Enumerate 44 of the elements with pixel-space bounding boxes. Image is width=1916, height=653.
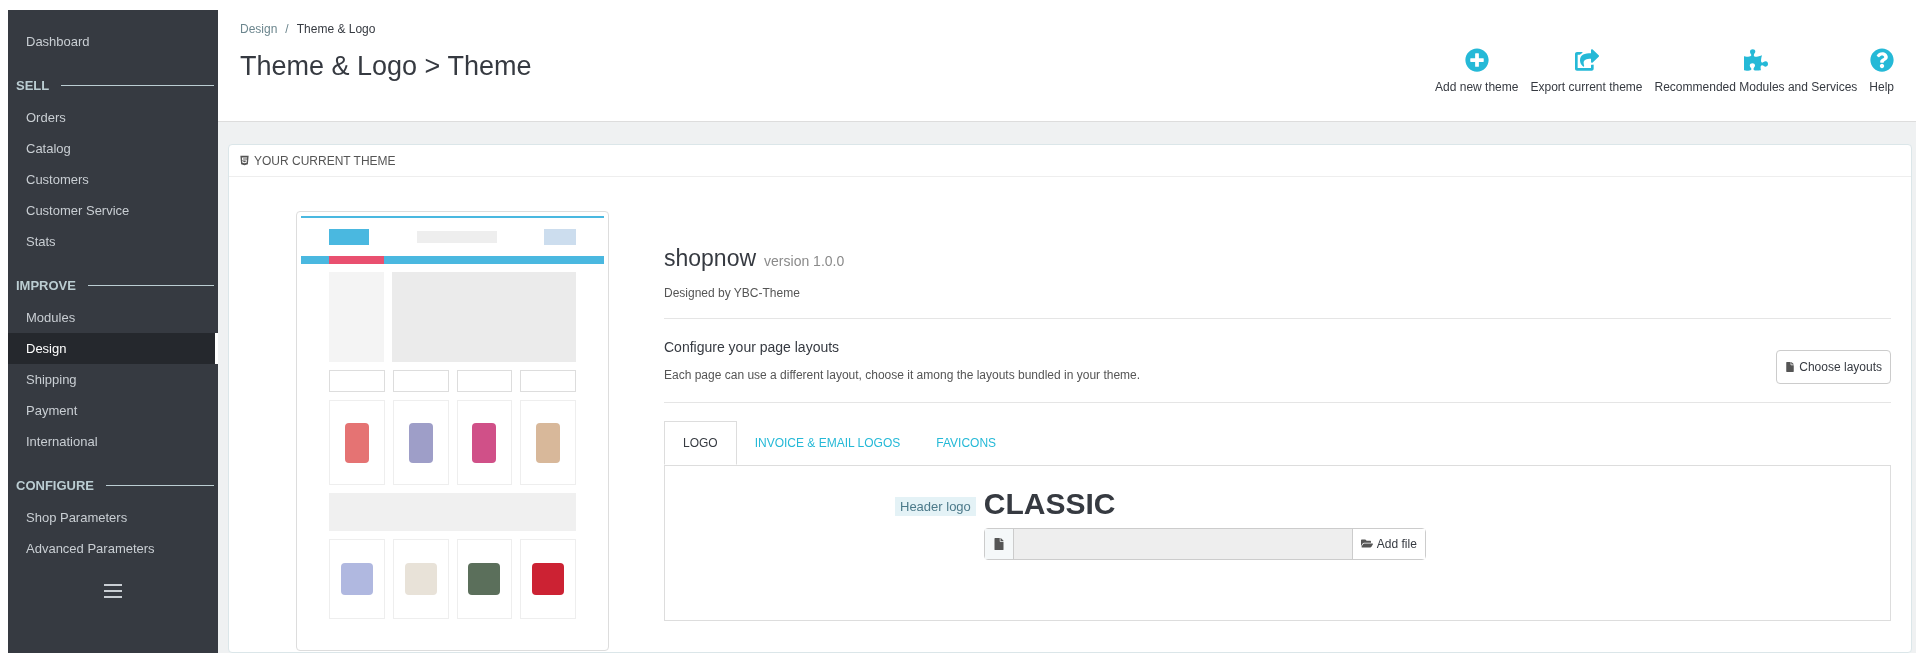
menu-icon[interactable]: [104, 584, 122, 598]
toolbar-button[interactable]: Recommended Modules and Services: [1654, 48, 1858, 100]
sidebar-item[interactable]: Stats: [8, 226, 218, 257]
share-icon: [1574, 48, 1599, 72]
file-icon: [1785, 361, 1796, 372]
current-logo-text: CLASSIC: [983, 485, 1117, 522]
breadcrumb-separator: /: [285, 21, 289, 38]
folder-icon: [1360, 538, 1373, 549]
file-input-field[interactable]: Add file: [983, 527, 1426, 560]
html5-icon: [239, 155, 250, 166]
sidebar-section-title: IMPROVE: [16, 276, 76, 295]
sidebar-item[interactable]: Catalog: [8, 133, 218, 164]
toolbar-button[interactable]: Help: [1869, 48, 1894, 100]
layouts-description: Each page can use a different layout, choose it among the layouts bundled in your theme.: [664, 366, 1141, 384]
sidebar-item[interactable]: Advanced Parameters: [8, 533, 218, 564]
sidebar-item[interactable]: Shipping: [8, 364, 218, 395]
add-file-button[interactable]: Add file: [1351, 528, 1425, 559]
sidebar-section-title: CONFIGURE: [16, 476, 94, 495]
sidebar-section-title: SELL: [16, 76, 50, 95]
field-label: Header logo: [895, 496, 976, 516]
file-icon: [993, 537, 1004, 550]
theme-version: version 1.0.0: [764, 252, 845, 271]
sidebar-item[interactable]: Shop Parameters: [8, 502, 218, 533]
sidebar-item[interactable]: Dashboard: [8, 26, 218, 57]
breadcrumb-item: Theme & Logo: [296, 21, 376, 38]
page-title: Theme & Logo > Theme: [240, 50, 532, 83]
sidebar-item[interactable]: Customers: [8, 164, 218, 195]
sidebar-item[interactable]: Payment: [8, 395, 218, 426]
sidebar-item[interactable]: Modules: [8, 302, 218, 333]
theme-name: shopnow: [664, 244, 757, 273]
tab[interactable]: LOGO: [664, 420, 737, 465]
choose-layouts-button[interactable]: Choose layouts: [1776, 349, 1891, 384]
toolbar-button[interactable]: Export current theme: [1530, 48, 1643, 100]
theme-designer: Designed by YBC-Theme: [664, 284, 801, 302]
toolbar-button[interactable]: Add new theme: [1435, 48, 1519, 100]
sidebar-item[interactable]: International: [8, 426, 218, 457]
sidebar-item[interactable]: Orders: [8, 102, 218, 133]
puzzle-icon: [1743, 48, 1768, 72]
panel-heading: YOUR CURRENT THEME: [254, 152, 396, 170]
sidebar-item[interactable]: Design: [8, 333, 218, 364]
layouts-title: Configure your page layouts: [664, 337, 841, 357]
help-icon: [1869, 48, 1894, 72]
breadcrumb-item[interactable]: Design: [240, 20, 278, 38]
sidebar-item[interactable]: Customer Service: [8, 195, 218, 226]
